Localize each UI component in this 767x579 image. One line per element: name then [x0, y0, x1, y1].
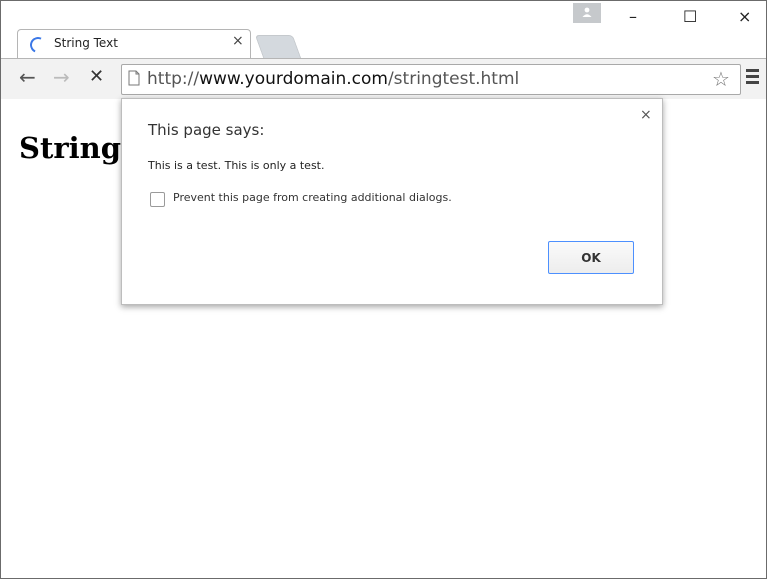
maximize-button[interactable]: ☐ [683, 7, 697, 26]
dialog-title: This page says: [148, 121, 265, 139]
minimize-button[interactable]: – [629, 7, 637, 26]
title-bar: String Text × – ☐ × [1, 1, 766, 59]
back-arrow-icon[interactable]: ← [19, 67, 36, 87]
url-text: http://www.yourdomain.com/stringtest.htm… [147, 69, 519, 89]
star-icon[interactable]: ☆ [712, 67, 730, 91]
url-domain: www.yourdomain.com [199, 69, 388, 89]
loading-spinner-icon [27, 34, 49, 56]
page-heading: String [19, 131, 121, 165]
page-icon [128, 70, 140, 86]
prevent-dialogs-checkbox[interactable] [150, 192, 165, 207]
window-close-button[interactable]: × [738, 7, 751, 26]
forward-arrow-icon[interactable]: → [53, 67, 70, 87]
tab-close-icon[interactable]: × [232, 33, 244, 49]
stop-icon[interactable]: ✕ [89, 67, 104, 87]
profile-icon [582, 7, 592, 17]
url-path: /stringtest.html [387, 69, 520, 89]
tab-title: String Text [54, 36, 118, 50]
new-tab-button[interactable] [254, 35, 302, 58]
toolbar: ← → ✕ http://www.yourdomain.com/stringte… [1, 58, 766, 100]
browser-window: String Text × – ☐ × ← → ✕ http://www.you… [0, 0, 767, 579]
url-scheme: http:// [147, 69, 200, 89]
tab-string-text[interactable]: String Text × [17, 29, 251, 59]
profile-button[interactable] [573, 3, 601, 23]
dialog-message: This is a test. This is only a test. [148, 159, 325, 172]
ok-button[interactable]: OK [548, 241, 634, 274]
address-bar[interactable]: http://www.yourdomain.com/stringtest.htm… [121, 64, 741, 95]
alert-dialog: × This page says: This is a test. This i… [121, 98, 663, 305]
dialog-close-icon[interactable]: × [640, 107, 652, 123]
menu-icon[interactable] [746, 69, 759, 87]
prevent-dialogs-label[interactable]: Prevent this page from creating addition… [173, 191, 452, 204]
